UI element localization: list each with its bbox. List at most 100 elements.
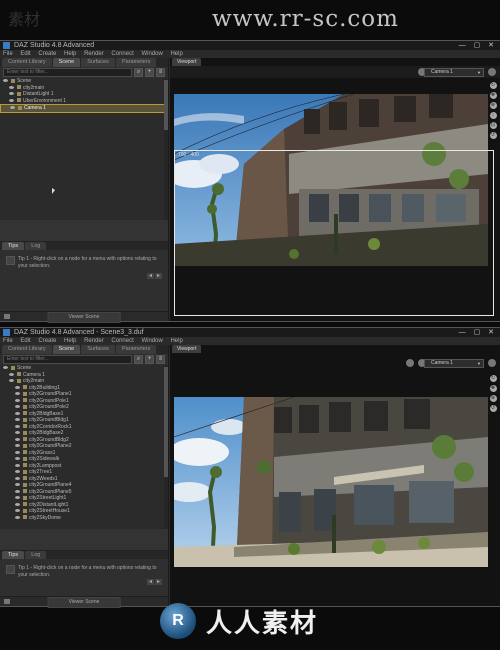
- tab-parameters[interactable]: Parameters: [115, 345, 157, 354]
- orbit-icon[interactable]: ↻: [489, 375, 497, 382]
- folder-icon[interactable]: [4, 314, 10, 319]
- tree-scrollbar[interactable]: [164, 365, 168, 529]
- visibility-eye-icon[interactable]: [15, 476, 20, 480]
- prev-tip-icon[interactable]: ◂: [147, 579, 154, 585]
- options-button[interactable]: ≡: [156, 355, 165, 364]
- visibility-eye-icon[interactable]: [15, 470, 20, 474]
- visibility-eye-icon[interactable]: [15, 489, 20, 493]
- tab-surfaces[interactable]: Surfaces: [81, 58, 115, 67]
- options-button[interactable]: ≡: [156, 68, 165, 77]
- visibility-eye-icon[interactable]: [9, 98, 14, 102]
- visibility-eye-icon[interactable]: [15, 431, 20, 435]
- visibility-eye-icon[interactable]: [15, 450, 20, 454]
- visibility-eye-icon[interactable]: [15, 405, 20, 409]
- menu-create[interactable]: Create: [38, 338, 56, 344]
- tab-surfaces[interactable]: Surfaces: [81, 345, 115, 354]
- tab-viewport[interactable]: Viewport: [172, 58, 202, 66]
- camera-select[interactable]: Camera 1 ▼: [424, 359, 484, 368]
- visibility-eye-icon[interactable]: [15, 457, 20, 461]
- prev-tip-icon[interactable]: ◂: [147, 273, 154, 279]
- visibility-eye-icon[interactable]: [15, 463, 20, 467]
- tab-scene[interactable]: Scene: [52, 345, 81, 354]
- menu-render[interactable]: Render: [84, 338, 104, 344]
- visibility-eye-icon[interactable]: [9, 379, 14, 383]
- visibility-eye-icon[interactable]: [10, 106, 15, 110]
- menu-file[interactable]: File: [3, 51, 13, 57]
- visibility-eye-icon[interactable]: [9, 85, 14, 89]
- tab-parameters[interactable]: Parameters: [115, 58, 157, 67]
- viewport-menu-icon[interactable]: [488, 68, 496, 76]
- tree-row[interactable]: city2SkyDome: [0, 515, 168, 522]
- next-tip-icon[interactable]: ▸: [155, 273, 162, 279]
- window-controls[interactable]: — ▢ ✕: [459, 328, 497, 337]
- tab-scene[interactable]: Scene: [52, 58, 81, 67]
- visibility-eye-icon[interactable]: [3, 79, 8, 83]
- add-node-button[interactable]: +: [145, 68, 154, 77]
- viewport-menu-icon[interactable]: [488, 359, 496, 367]
- menu-help[interactable]: Help: [64, 51, 76, 57]
- visibility-eye-icon[interactable]: [15, 418, 20, 422]
- menu-connect[interactable]: Connect: [111, 338, 133, 344]
- menu-create[interactable]: Create: [38, 51, 56, 57]
- tab-tips[interactable]: Tips: [2, 551, 25, 559]
- visibility-eye-icon[interactable]: [15, 502, 20, 506]
- search-icon[interactable]: ⌕: [134, 355, 143, 364]
- menu-window[interactable]: Window: [141, 338, 162, 344]
- visibility-eye-icon[interactable]: [15, 444, 20, 448]
- zoom-icon[interactable]: ⊕: [489, 102, 497, 109]
- window-controls[interactable]: — ▢ ✕: [459, 41, 497, 50]
- visibility-eye-icon[interactable]: [3, 366, 8, 370]
- visibility-eye-icon[interactable]: [9, 372, 14, 376]
- menu-edit[interactable]: Edit: [20, 338, 30, 344]
- menu-help[interactable]: Help: [64, 338, 76, 344]
- search-icon[interactable]: ⌕: [134, 68, 143, 77]
- tab-content-library[interactable]: Content Library: [2, 58, 52, 67]
- viewport-pane[interactable]: Viewport Camera 1 ▼ ↻ ✥ ⊕ ↺: [170, 345, 500, 606]
- pan-icon[interactable]: ✥: [489, 385, 497, 392]
- camera-select[interactable]: Camera 1 ▼: [424, 68, 484, 77]
- visibility-eye-icon[interactable]: [9, 92, 14, 96]
- reset-icon[interactable]: ↺: [489, 132, 497, 139]
- visibility-eye-icon[interactable]: [15, 515, 20, 519]
- visibility-eye-icon[interactable]: [15, 437, 20, 441]
- tree-scrollbar[interactable]: [164, 78, 168, 220]
- menu-connect[interactable]: Connect: [111, 51, 133, 57]
- menu-window[interactable]: Window: [141, 51, 162, 57]
- menu-file[interactable]: File: [3, 338, 13, 344]
- tab-content-library[interactable]: Content Library: [2, 345, 52, 354]
- visibility-eye-icon[interactable]: [15, 509, 20, 513]
- orbit-icon[interactable]: ↻: [489, 82, 497, 89]
- visibility-eye-icon[interactable]: [15, 483, 20, 487]
- viewer-mode-button[interactable]: Viewer Scene: [47, 312, 121, 323]
- visibility-eye-icon[interactable]: [15, 411, 20, 415]
- visibility-eye-icon[interactable]: [15, 496, 20, 500]
- tab-viewport[interactable]: Viewport: [172, 345, 202, 353]
- menu-render[interactable]: Render: [84, 51, 104, 57]
- scene-search-input[interactable]: Enter text to filter...: [3, 68, 132, 77]
- menu-help-2[interactable]: Help: [170, 338, 182, 344]
- next-tip-icon[interactable]: ▸: [155, 579, 162, 585]
- scrollbar-thumb[interactable]: [164, 80, 168, 130]
- viewer-mode-button[interactable]: Viewer Scene: [47, 597, 121, 608]
- frame-icon[interactable]: ⊡: [489, 122, 497, 129]
- tree-row-selected[interactable]: Camera 1: [0, 104, 168, 113]
- tab-log[interactable]: Log: [25, 551, 47, 559]
- tab-log[interactable]: Log: [25, 242, 47, 250]
- folder-icon[interactable]: [4, 599, 10, 604]
- zoom-icon[interactable]: ⊕: [489, 395, 497, 402]
- reset-icon[interactable]: ↺: [489, 405, 497, 412]
- render-region-frame[interactable]: 700 : 400: [174, 150, 494, 316]
- visibility-eye-icon[interactable]: [15, 385, 20, 389]
- visibility-eye-icon[interactable]: [15, 392, 20, 396]
- menu-edit[interactable]: Edit: [20, 51, 30, 57]
- dolly-icon[interactable]: ↕: [489, 112, 497, 119]
- viewport-pane[interactable]: Viewport Camera 1 ▼ ↻ ✥ ⊕ ↕ ⊡ ↺ 700: 40…: [170, 58, 500, 321]
- render-settings-icon[interactable]: [406, 359, 414, 367]
- menu-help-2[interactable]: Help: [170, 51, 182, 57]
- add-node-button[interactable]: +: [145, 355, 154, 364]
- visibility-eye-icon[interactable]: [15, 424, 20, 428]
- tab-tips[interactable]: Tips: [2, 242, 25, 250]
- scrollbar-thumb[interactable]: [164, 367, 168, 477]
- visibility-eye-icon[interactable]: [15, 398, 20, 402]
- pan-icon[interactable]: ✥: [489, 92, 497, 99]
